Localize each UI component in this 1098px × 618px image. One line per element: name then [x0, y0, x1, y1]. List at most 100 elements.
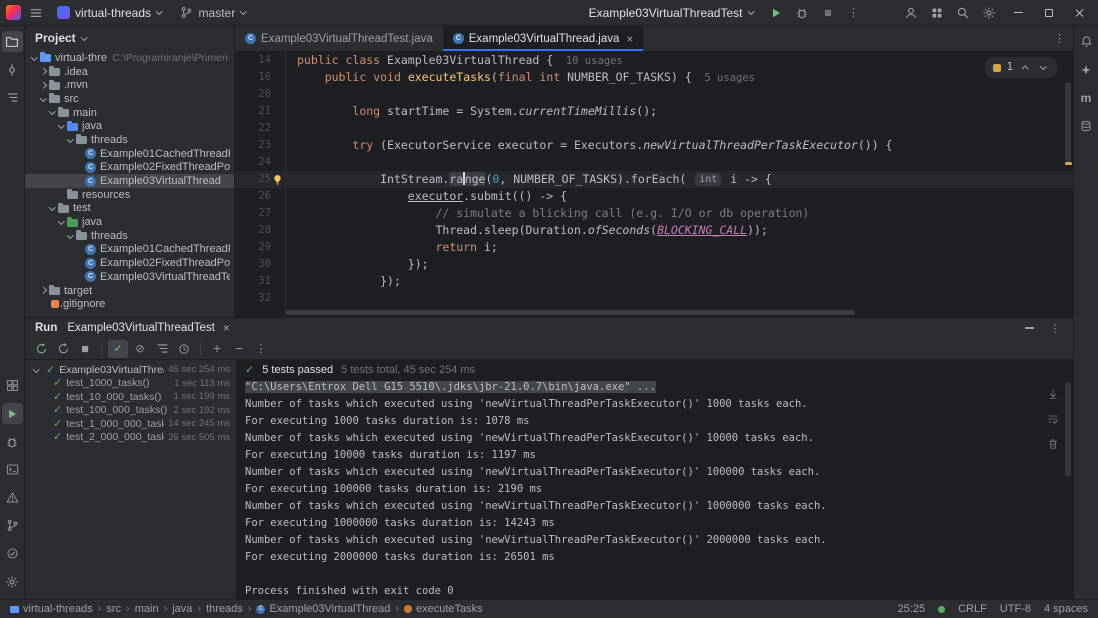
- next-problem-icon[interactable]: [1037, 62, 1049, 74]
- services-icon[interactable]: [2, 375, 23, 396]
- ide-logo-icon[interactable]: [6, 5, 21, 20]
- run-icon[interactable]: [765, 2, 786, 23]
- debug-icon[interactable]: [791, 2, 812, 23]
- test-item[interactable]: ✓test_100_000_tasks()2 sec 192 ms: [25, 404, 236, 418]
- code-line[interactable]: 25 IntStream.range(0, NUMBER_OF_TASKS).f…: [235, 171, 1073, 188]
- rerun-icon[interactable]: [31, 340, 51, 358]
- chevron-right-icon[interactable]: [38, 69, 49, 74]
- code-line[interactable]: 31 });: [235, 273, 1073, 290]
- project-widget[interactable]: virtual-threads: [50, 4, 169, 22]
- tree-item[interactable]: target: [25, 284, 234, 298]
- code-line[interactable]: 22: [235, 120, 1073, 137]
- tree-item[interactable]: test: [25, 202, 234, 216]
- line-number[interactable]: 32: [235, 290, 285, 307]
- chevron-down-icon[interactable]: [47, 207, 58, 210]
- code-line[interactable]: 24: [235, 154, 1073, 171]
- code-line[interactable]: 32: [235, 290, 1073, 307]
- line-number[interactable]: 16: [235, 69, 285, 86]
- tree-item[interactable]: CExample01CachedThreadPool: [25, 147, 234, 161]
- line-separator[interactable]: CRLF: [958, 603, 987, 615]
- commit-icon[interactable]: [2, 59, 23, 80]
- hide-panel-icon[interactable]: [1021, 320, 1037, 336]
- stop-icon[interactable]: [75, 340, 95, 358]
- sort-alphabetically-icon[interactable]: [152, 340, 172, 358]
- tree-item[interactable]: java: [25, 119, 234, 133]
- line-number[interactable]: 24: [235, 154, 285, 171]
- console-scrollbar[interactable]: [1065, 382, 1071, 593]
- close-tab-icon[interactable]: ×: [223, 321, 230, 335]
- chevron-down-icon[interactable]: [31, 369, 42, 372]
- code-line[interactable]: 14public class Example03VirtualThread { …: [235, 52, 1073, 69]
- tree-item[interactable]: CExample03VirtualThreadTest: [25, 270, 234, 284]
- run-tab[interactable]: Example03VirtualThreadTest ×: [67, 321, 229, 335]
- line-number[interactable]: 26: [235, 188, 285, 205]
- tree-item[interactable]: CExample02FixedThreadPoolTest: [25, 256, 234, 270]
- branch-widget[interactable]: master: [173, 4, 253, 22]
- ai-assistant-icon[interactable]: [1076, 59, 1097, 80]
- structure-icon[interactable]: [2, 87, 23, 108]
- editor-vscrollbar[interactable]: [1065, 82, 1071, 162]
- soft-wrap-icon[interactable]: [1045, 411, 1061, 427]
- rerun-failed-icon[interactable]: [53, 340, 73, 358]
- tree-item[interactable]: virtual-threadsC:\Programiranje\Primeri-…: [25, 51, 234, 65]
- tree-item[interactable]: .mvn: [25, 78, 234, 92]
- chevron-down-icon[interactable]: [56, 221, 67, 224]
- tree-item[interactable]: .gitignore: [25, 297, 234, 311]
- collapse-all-icon[interactable]: −: [229, 340, 249, 358]
- sort-by-duration-icon[interactable]: [174, 340, 194, 358]
- breadcrumb-item[interactable]: src: [106, 603, 121, 615]
- project-panel-header[interactable]: Project: [25, 26, 234, 50]
- test-item[interactable]: ✓test_2_000_000_tasks()26 sec 505 ms: [25, 431, 236, 445]
- close-button[interactable]: [1068, 2, 1092, 23]
- chevron-down-icon[interactable]: [47, 111, 58, 114]
- indent[interactable]: 4 spaces: [1044, 603, 1088, 615]
- test-item[interactable]: ✓test_1_000_000_tasks()14 sec 245 ms: [25, 417, 236, 431]
- code-line[interactable]: 28 Thread.sleep(Duration.ofSeconds(BLOCK…: [235, 222, 1073, 239]
- database-icon[interactable]: [1076, 115, 1097, 136]
- prev-problem-icon[interactable]: [1019, 62, 1031, 74]
- strip-settings-icon[interactable]: [2, 571, 23, 592]
- chevron-down-icon[interactable]: [56, 125, 67, 128]
- tree-item[interactable]: java: [25, 215, 234, 229]
- tree-item[interactable]: CExample01CachedThreadPoolTest: [25, 243, 234, 257]
- more-run-options-icon[interactable]: ⋮: [843, 2, 864, 23]
- code-line[interactable]: 23 try (ExecutorService executor = Execu…: [235, 137, 1073, 154]
- tab-options-icon[interactable]: ⋮: [1046, 26, 1073, 51]
- tree-item[interactable]: resources: [25, 188, 234, 202]
- caret-position[interactable]: 25:25: [898, 603, 926, 615]
- terminal-icon[interactable]: [2, 459, 23, 480]
- code-line[interactable]: 20: [235, 86, 1073, 103]
- code-line[interactable]: 29 return i;: [235, 239, 1073, 256]
- chevron-down-icon[interactable]: [38, 98, 49, 101]
- status-indicator-icon[interactable]: [938, 606, 945, 613]
- code-line[interactable]: 16 public void executeTasks(final int NU…: [235, 69, 1073, 86]
- minimize-button[interactable]: [1006, 2, 1030, 23]
- chevron-down-icon[interactable]: [65, 235, 76, 238]
- hscrollbar-thumb[interactable]: [285, 310, 855, 315]
- notifications-icon[interactable]: [1076, 31, 1097, 52]
- maximize-button[interactable]: [1037, 2, 1061, 23]
- line-number[interactable]: 21: [235, 103, 285, 120]
- test-item[interactable]: ✓Example03VirtualThreadTest (thre45 sec …: [25, 363, 236, 377]
- breadcrumb-item[interactable]: virtual-threads: [10, 603, 93, 615]
- test-item[interactable]: ✓test_10_000_tasks()1 sec 199 ms: [25, 390, 236, 404]
- editor-tab[interactable]: CExample03VirtualThreadTest.java: [235, 26, 443, 51]
- encoding[interactable]: UTF-8: [1000, 603, 1031, 615]
- code-line[interactable]: 30 });: [235, 256, 1073, 273]
- run-icon[interactable]: [2, 403, 23, 424]
- stop-icon[interactable]: [817, 2, 838, 23]
- settings-icon[interactable]: [978, 2, 999, 23]
- line-number[interactable]: 23: [235, 137, 285, 154]
- line-number[interactable]: 14: [235, 52, 285, 69]
- editor-tab[interactable]: CExample03VirtualThread.java×: [443, 26, 644, 51]
- inspections-widget[interactable]: 1: [985, 57, 1057, 78]
- chevron-right-icon[interactable]: [38, 83, 49, 88]
- debug-icon[interactable]: [2, 431, 23, 452]
- run-config-widget[interactable]: Example03VirtualThreadTest: [582, 4, 760, 22]
- breadcrumb-item[interactable]: main: [135, 603, 159, 615]
- expand-all-icon[interactable]: +: [207, 340, 227, 358]
- maven-icon[interactable]: m: [1076, 87, 1097, 108]
- close-tab-icon[interactable]: ×: [626, 32, 633, 46]
- profile-icon[interactable]: [900, 2, 921, 23]
- code-line[interactable]: 27 // simulate a blicking call (e.g. I/O…: [235, 205, 1073, 222]
